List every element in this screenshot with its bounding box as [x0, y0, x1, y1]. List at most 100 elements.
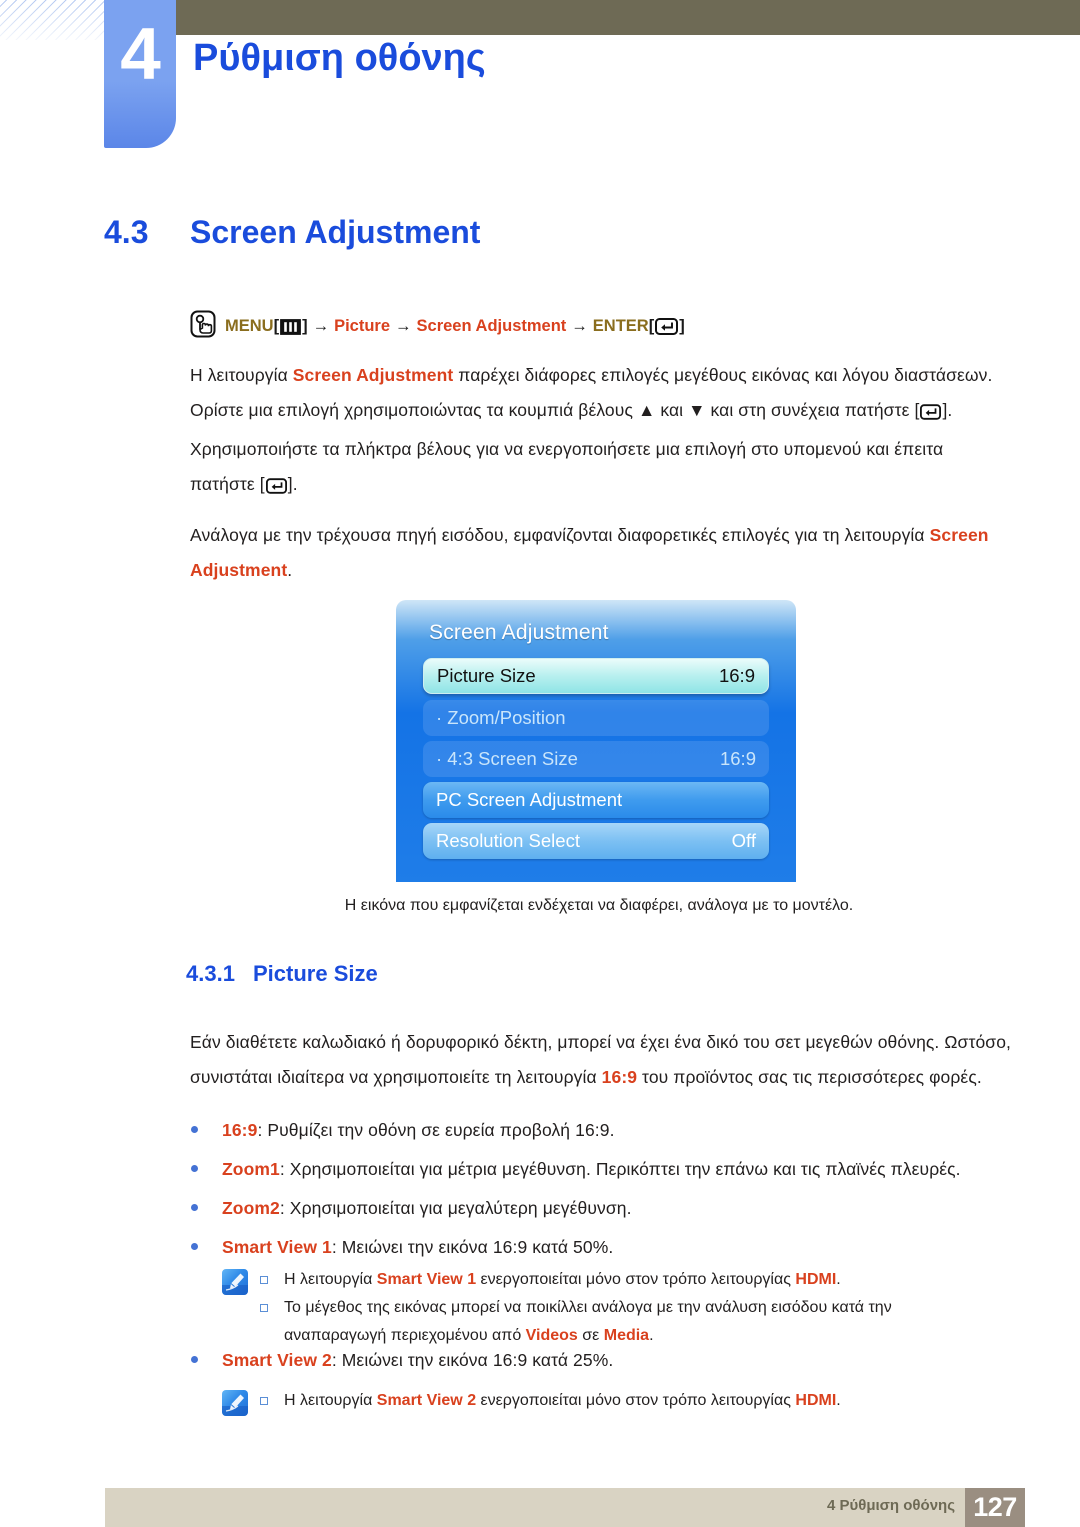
note-text-a: Η λειτουργία — [284, 1392, 377, 1409]
section-heading: 4.3 Screen Adjustment — [104, 214, 480, 251]
bullet-text: : Μειώνει την εικόνα 16:9 κατά 25%. — [331, 1350, 614, 1370]
osd-row-label: · Zoom/Position — [436, 707, 566, 728]
figure-caption: Η εικόνα που εμφανίζεται ενδέχεται να δι… — [344, 897, 854, 914]
osd-menu-screenshot: Screen Adjustment Picture Size 16:9 · Zo… — [396, 600, 796, 882]
osd-title: Screen Adjustment — [429, 621, 609, 644]
osd-row-value: 16:9 — [719, 748, 756, 769]
p3-c: του προϊόντος σας τις περισσότερες φορές… — [637, 1067, 982, 1087]
chapter-number: 4 — [120, 14, 161, 95]
bullet-term: 16:9 — [222, 1120, 258, 1140]
note-text-a: Η λειτουργία — [284, 1271, 377, 1288]
list-item: 16:9: Ρυθμίζει την οθόνη σε ευρεία προβο… — [191, 1114, 1012, 1147]
list-item: Smart View 1: Μειώνει την εικόνα 16:9 κα… — [191, 1231, 1012, 1264]
note-square-bullet-icon — [260, 1304, 268, 1312]
osd-row-label: · 4:3 Screen Size — [436, 748, 578, 769]
bracket-open-1: [ — [273, 317, 280, 335]
p1-term: Screen Adjustment — [292, 365, 454, 385]
note-pen-icon — [222, 1269, 248, 1295]
subsection-heading: 4.3.1 Picture Size — [186, 961, 378, 987]
note-item: Η λειτουργία Smart View 2 ενεργοποιείται… — [260, 1387, 974, 1415]
menu-label: MENU — [225, 317, 274, 335]
subsection-number: 4.3.1 — [186, 961, 235, 986]
osd-row-value: Off — [731, 830, 756, 851]
footer-chapter-label: 4 Ρύθμιση οθόνης — [826, 1497, 955, 1514]
bracket-close-2: ] — [679, 317, 685, 335]
note-term-2: Media — [603, 1327, 650, 1344]
arrow-2: → — [395, 317, 412, 335]
note-square-bullet-icon — [260, 1397, 268, 1405]
p1-d: και — [655, 400, 689, 420]
p3-term: 16:9 — [601, 1067, 638, 1087]
osd-row-label: Picture Size — [437, 665, 536, 686]
bullet-text: : Ρυθμίζει την οθόνη σε ευρεία προβολή 1… — [257, 1120, 615, 1140]
bullet-dot-icon — [191, 1356, 198, 1363]
p2-a: Ανάλογα με την τρέχουσα πηγή εισόδου, εμ… — [190, 525, 930, 545]
note-text-e: . — [836, 1392, 841, 1409]
osd-row-pc-screen-adjustment[interactable]: PC Screen Adjustment — [423, 782, 769, 818]
bullet-term: Smart View 1 — [222, 1237, 332, 1257]
list-item: Zoom1: Χρησιμοποιείται για μέτρια μεγέθυ… — [191, 1153, 1012, 1186]
note-term-2: HDMI — [795, 1392, 837, 1409]
chapter-title: Ρύθμιση οθόνης — [193, 37, 486, 79]
page-number: 127 — [965, 1488, 1025, 1527]
note-text-c: ενεργοποιείται μόνο στον τρόπο λειτουργί… — [476, 1271, 796, 1288]
osd-row-label: Resolution Select — [436, 830, 580, 851]
bullet-dot-icon — [191, 1126, 198, 1133]
bullet-term: Smart View 2 — [222, 1350, 332, 1370]
menu-path: MENU[] → Picture → Screen Adjustment → ENTER[] — [190, 310, 685, 348]
bullet-text: : Μειώνει την εικόνα 16:9 κατά 50%. — [331, 1237, 614, 1257]
note-item: Η λειτουργία Smart View 1 ενεργοποιείται… — [260, 1266, 974, 1294]
menu-bars-icon — [280, 315, 301, 345]
picture-label: Picture — [334, 317, 391, 335]
down-arrow-glyph: ▼ — [688, 400, 706, 420]
arrow-1: → — [312, 317, 330, 335]
bullet-dot-icon — [191, 1243, 198, 1250]
osd-row-label: PC Screen Adjustment — [436, 789, 623, 810]
list-item: Smart View 2: Μειώνει την εικόνα 16:9 κα… — [191, 1344, 1012, 1377]
osd-row-picture-size[interactable]: Picture Size 16:9 — [423, 658, 769, 694]
up-arrow-glyph: ▲ — [637, 400, 656, 420]
p1-a: Η λειτουργία — [190, 365, 293, 385]
list-item: Zoom2: Χρησιμοποιείται για μεγαλύτερη με… — [191, 1192, 1012, 1225]
note-square-bullet-icon — [260, 1276, 268, 1284]
section-number: 4.3 — [104, 214, 149, 250]
hand-press-icon — [190, 310, 216, 348]
bullet-term: Zoom2 — [222, 1198, 280, 1218]
note-body: Η λειτουργία Smart View 1 ενεργοποιείται… — [260, 1266, 974, 1350]
enter-label: ENTER — [592, 317, 649, 335]
header-olive-bar — [175, 0, 1080, 35]
bullet-term: Zoom1 — [222, 1159, 280, 1179]
note-text-c: ενεργοποιείται μόνο στον τρόπο λειτουργί… — [476, 1392, 796, 1409]
p2-c: . — [287, 560, 293, 580]
note-text-e: . — [836, 1271, 841, 1288]
paragraph-picture-size: Εάν διαθέτετε καλωδιακό ή δορυφορικό δέκ… — [190, 1025, 1012, 1095]
bullet-dot-icon — [191, 1165, 198, 1172]
note-body: Η λειτουργία Smart View 2 ενεργοποιείται… — [260, 1387, 974, 1415]
p1-g: ]. — [287, 474, 298, 494]
enter-key-icon — [655, 315, 679, 345]
enter-key-icon — [265, 471, 287, 506]
screen-adjustment-label: Screen Adjustment — [416, 317, 567, 335]
arrow-3: → — [571, 317, 588, 335]
bracket-open-2: [ — [648, 317, 655, 335]
bullet-dot-icon — [191, 1204, 198, 1211]
osd-row-resolution-select[interactable]: Resolution Select Off — [423, 823, 769, 859]
note-term-1: Smart View 2 — [376, 1392, 477, 1409]
paragraph-source-note: Ανάλογα με την τρέχουσα πηγή εισόδου, εμ… — [190, 518, 1008, 588]
osd-row-value: 16:9 — [718, 665, 755, 686]
section-title: Screen Adjustment — [190, 214, 481, 250]
note-term-1: Smart View 1 — [376, 1271, 477, 1288]
note-item: Το μέγεθος της εικόνας μπορεί να ποικίλλ… — [260, 1294, 974, 1350]
note-term-1: Videos — [525, 1327, 578, 1344]
bracket-close-1: ] — [302, 317, 308, 335]
subsection-title: Picture Size — [253, 961, 378, 986]
bullet-text: : Χρησιμοποιείται για μεγαλύτερη μεγέθυν… — [279, 1198, 632, 1218]
paragraph-intro: Η λειτουργία Screen Adjustment παρέχει δ… — [190, 358, 1008, 506]
osd-row-zoom-position[interactable]: · Zoom/Position — [423, 700, 769, 736]
p1-e: και στη συνέχεια πατήστε [ — [705, 400, 920, 420]
note-pen-icon — [222, 1390, 248, 1416]
note-term-2: HDMI — [795, 1271, 837, 1288]
osd-row-4-3-screen-size[interactable]: · 4:3 Screen Size 16:9 — [423, 741, 769, 777]
note-text-c: σε — [577, 1327, 604, 1344]
note-text-e: . — [649, 1327, 654, 1344]
